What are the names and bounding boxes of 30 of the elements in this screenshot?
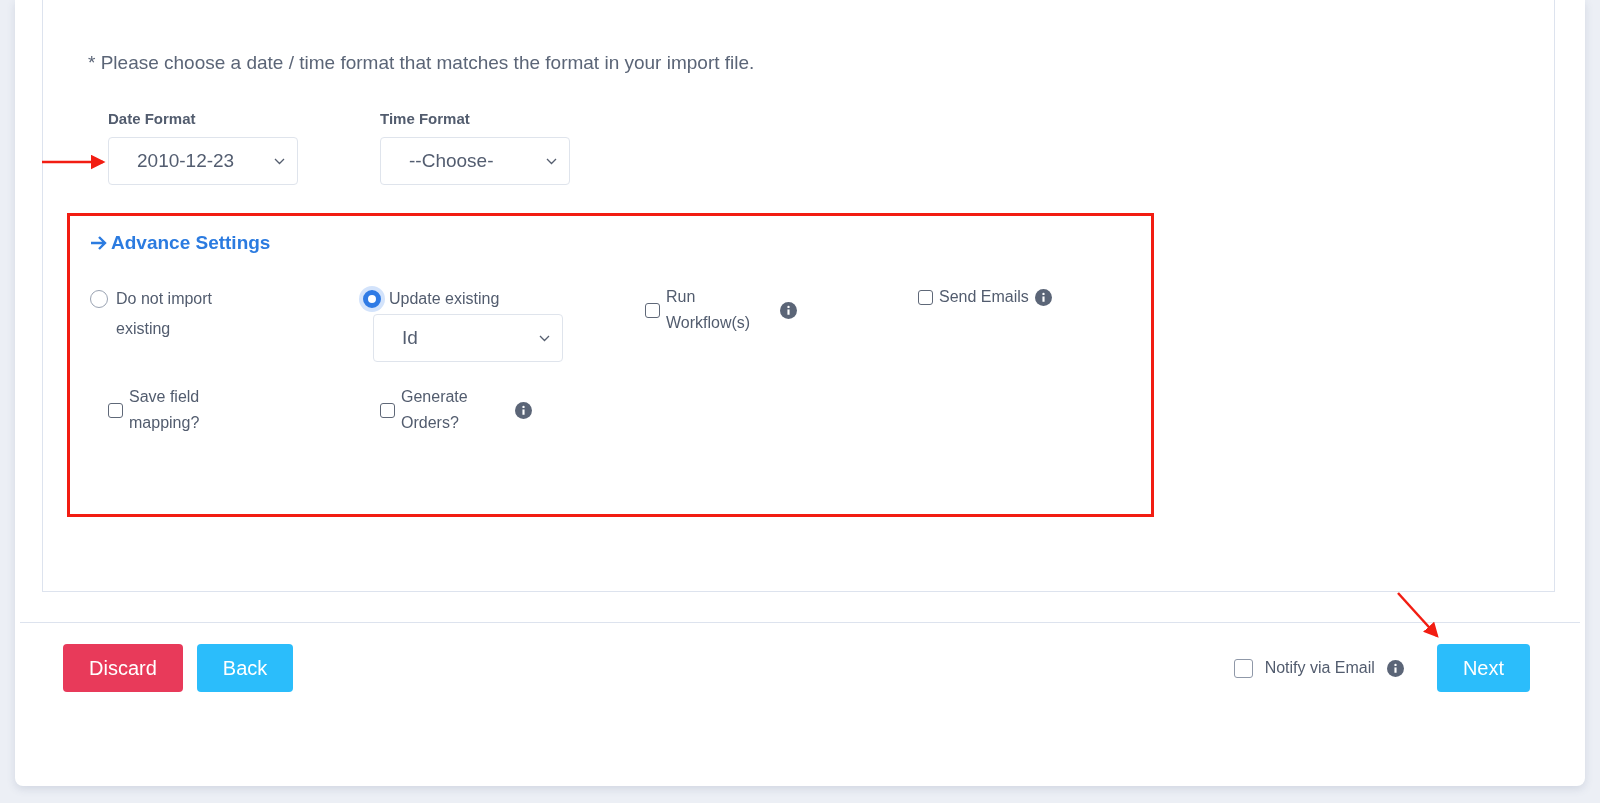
- option-label: Generate Orders?: [401, 387, 469, 433]
- match-field-select[interactable]: Id: [373, 314, 563, 362]
- checkbox[interactable]: [380, 402, 395, 418]
- chevron-down-icon: [539, 334, 550, 342]
- next-button[interactable]: Next: [1436, 644, 1530, 692]
- action-button[interactable]: Discard: [63, 644, 183, 692]
- option-label: Update existing: [389, 289, 500, 309]
- arrow-right-icon: [90, 235, 108, 251]
- radio-button[interactable]: [363, 290, 381, 308]
- annotation-arrow: [42, 154, 106, 170]
- notify-label: Notify via Email: [1264, 659, 1375, 677]
- format-note: * Please choose a date / time format that matches the format in your import file.: [88, 52, 756, 74]
- checkbox[interactable]: [108, 402, 123, 418]
- checkbox[interactable]: [645, 302, 660, 318]
- advance-settings-link[interactable]: Advance Settings: [90, 232, 1151, 254]
- checkbox[interactable]: [918, 289, 933, 305]
- option-label: Save field mapping?: [129, 387, 201, 433]
- option-label: Do not import existing: [116, 289, 214, 339]
- checkbox[interactable]: [1233, 658, 1253, 678]
- action-button[interactable]: Back: [196, 644, 294, 692]
- chevron-down-icon: [274, 157, 285, 165]
- annotation-arrow: [1397, 592, 1439, 638]
- radio-button[interactable]: [90, 290, 108, 308]
- option-label: Run Workflow(s): [666, 287, 752, 333]
- format-select[interactable]: --Choose-: [380, 137, 570, 185]
- chevron-down-icon: [546, 157, 557, 165]
- format-select[interactable]: 2010-12-23: [108, 137, 298, 185]
- field-label: Date Format: [108, 110, 197, 127]
- field-label: Time Format: [380, 110, 471, 127]
- option-label: Send Emails: [939, 287, 1029, 307]
